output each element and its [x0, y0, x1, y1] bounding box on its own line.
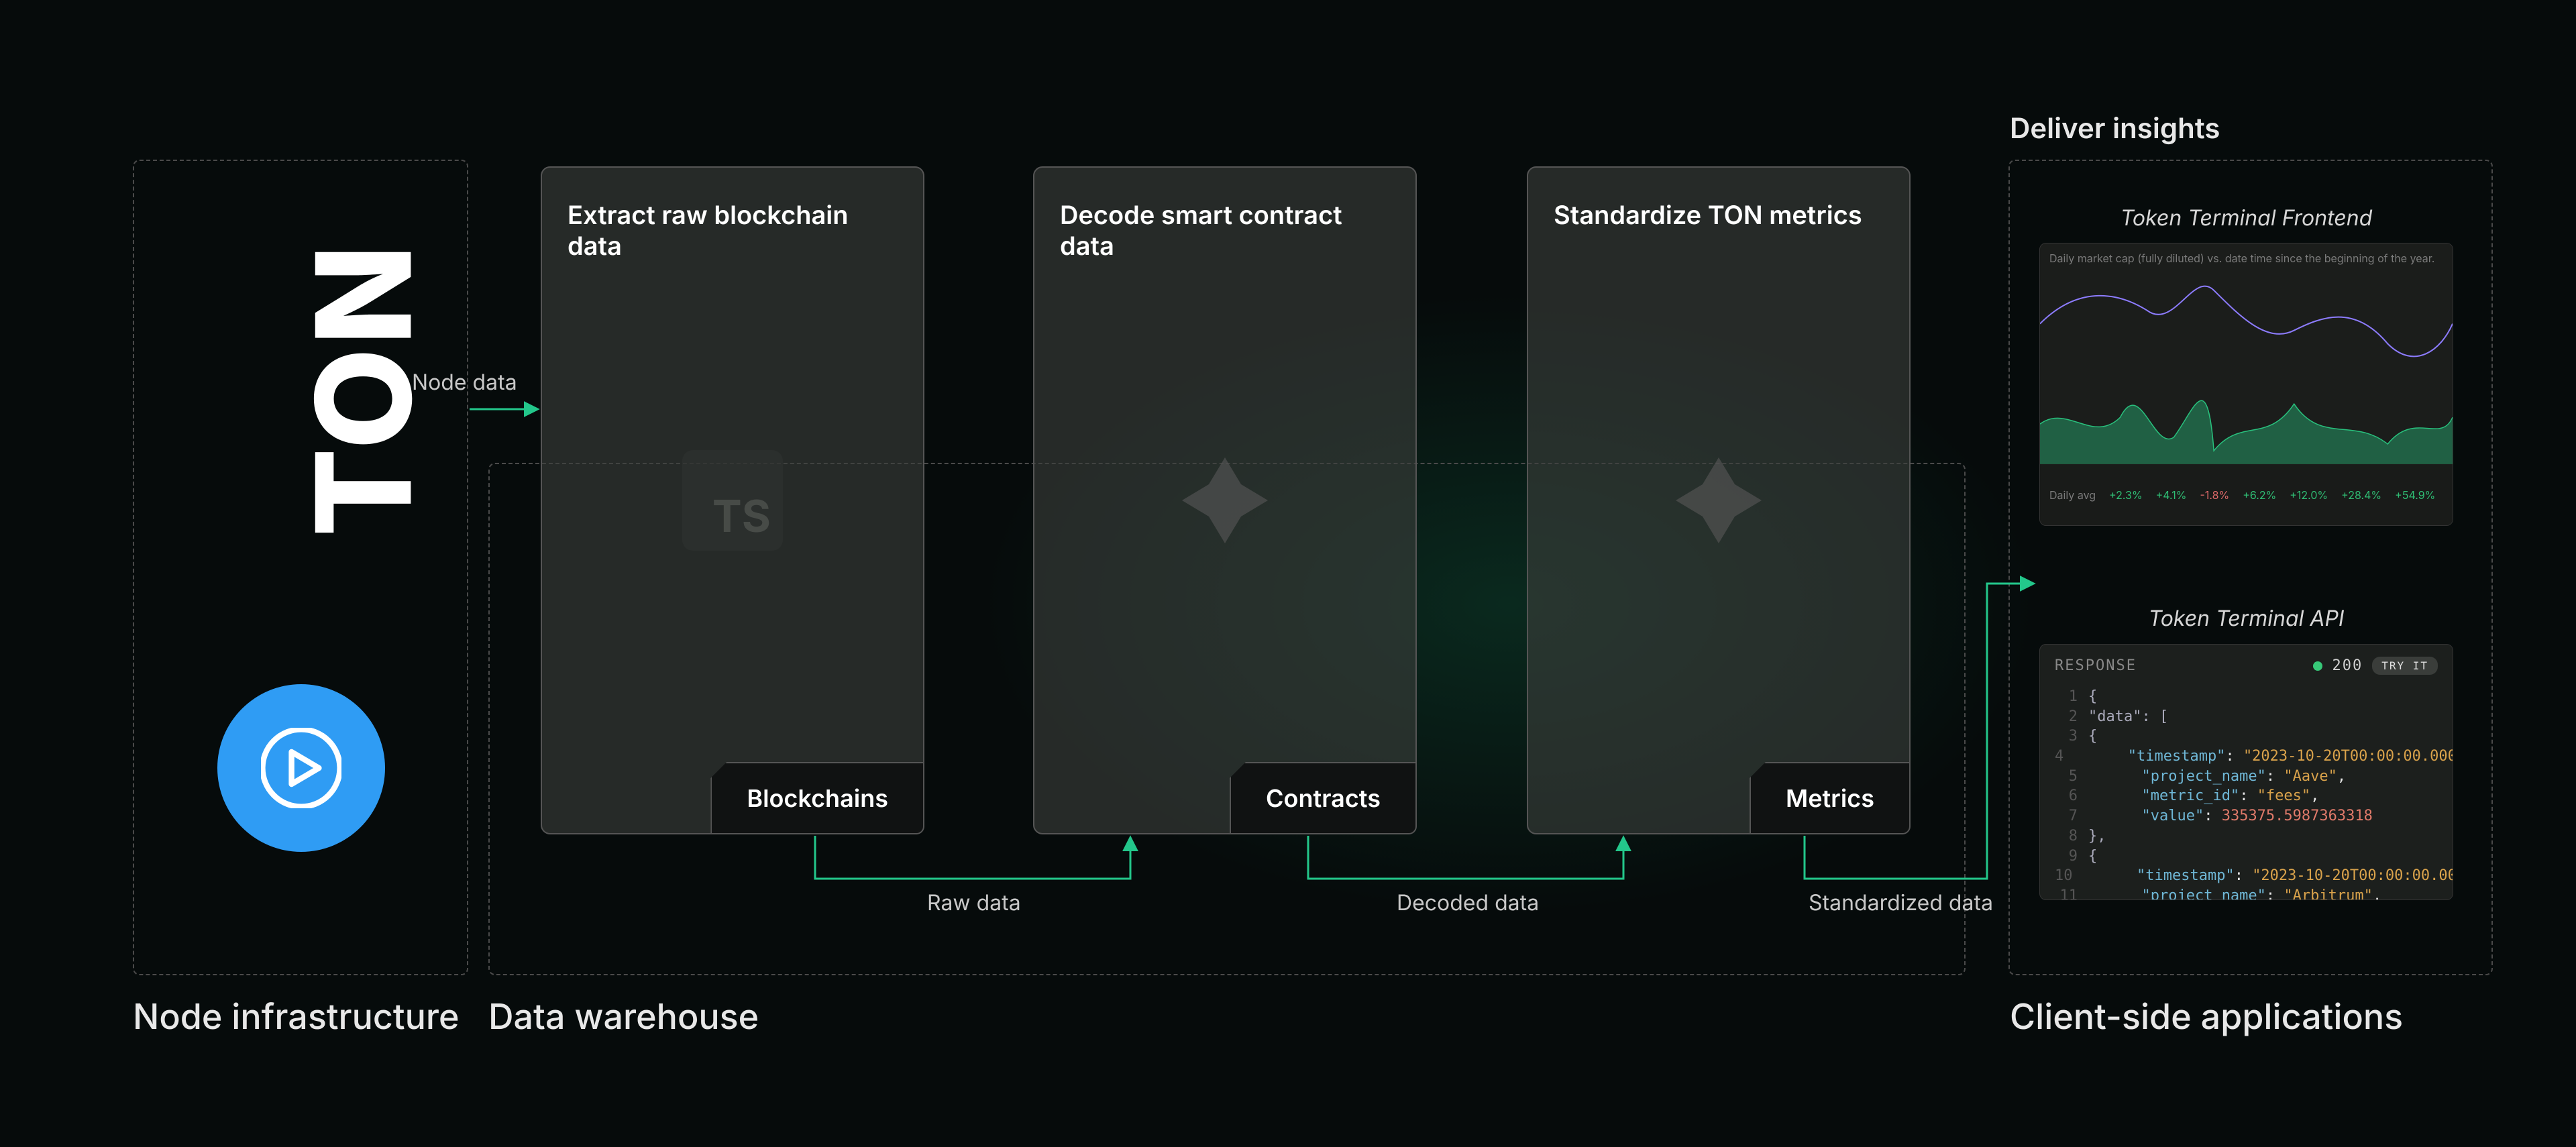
chart-svg	[2040, 243, 2453, 464]
try-it-button[interactable]: TRY IT	[2372, 657, 2438, 675]
typescript-icon: TS	[682, 450, 783, 551]
chart-footer: Daily avg+2.3%+4.1%-1.8%+6.2%+12.0%+28.4…	[2040, 465, 2453, 525]
label-client-apps: Client-side applications	[2010, 995, 2403, 1038]
card-decode: Decode smart contract data Contracts	[1033, 166, 1417, 834]
play-icon	[261, 728, 341, 808]
card-standardize-title: Standardize TON metrics	[1528, 168, 1909, 263]
arrow-label-raw: Raw data	[927, 889, 1021, 916]
tag-contracts: Contracts	[1230, 762, 1417, 834]
card-decode-title: Decode smart contract data	[1034, 168, 1415, 294]
preview-frontend: Daily market cap (fully diluted) vs. dat…	[2039, 243, 2453, 526]
tag-blockchains: Blockchains	[710, 762, 924, 834]
preview-title-api: Token Terminal API	[2039, 605, 2453, 631]
api-status-code: 200	[2332, 657, 2363, 674]
arrow-label-std: Standardized data	[1809, 889, 1993, 916]
card-standardize: Standardize TON metrics Metrics	[1527, 166, 1911, 834]
arrow-label-decoded: Decoded data	[1397, 889, 1539, 916]
arrow-label-node: Node data	[412, 369, 517, 395]
card-extract-title: Extract raw blockchain data	[542, 168, 923, 294]
label-node-infra: Node infrastructure	[133, 995, 460, 1038]
label-deliver-insights: Deliver insights	[2010, 111, 2220, 146]
status-dot-icon	[2313, 661, 2322, 671]
preview-api: RESPONSE 200 TRY IT 1{2 "data": [3 {4 "t…	[2039, 644, 2453, 900]
x-logo-icon	[1171, 447, 1279, 554]
preview-title-frontend: Token Terminal Frontend	[2039, 205, 2453, 231]
card-extract: Extract raw blockchain data TS Blockchai…	[541, 166, 924, 834]
chart-area: Daily market cap (fully diluted) vs. dat…	[2040, 243, 2453, 465]
ton-logo-coin	[217, 684, 385, 852]
api-response-label: RESPONSE	[2055, 657, 2137, 674]
label-data-warehouse: Data warehouse	[488, 995, 759, 1038]
tag-metrics: Metrics	[1750, 762, 1911, 834]
x-logo-icon	[1665, 447, 1772, 554]
api-code-block: 1{2 "data": [3 {4 "timestamp": "2023-10-…	[2055, 687, 2438, 900]
